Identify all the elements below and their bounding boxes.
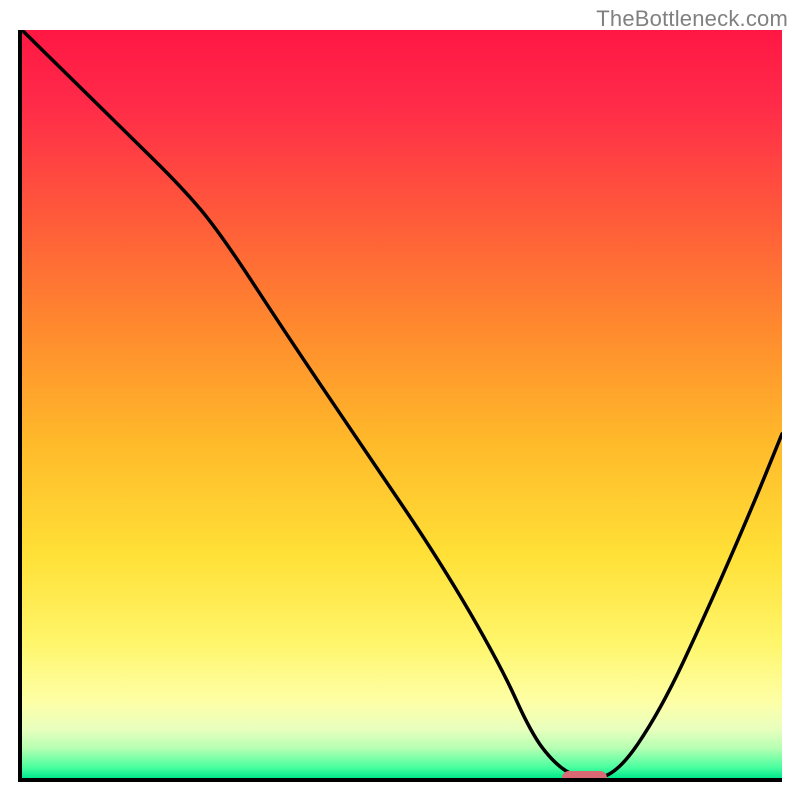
plot-area xyxy=(18,30,782,782)
bottleneck-curve xyxy=(22,30,782,778)
attribution-text: TheBottleneck.com xyxy=(596,6,788,32)
optimum-marker xyxy=(562,771,608,782)
chart-container: TheBottleneck.com xyxy=(0,0,800,800)
